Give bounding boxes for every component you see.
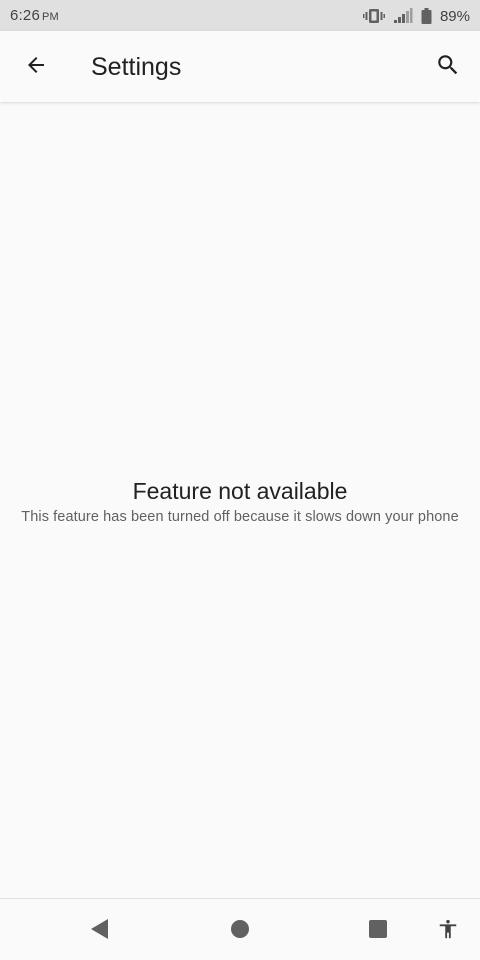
- nav-accessibility-button[interactable]: [430, 913, 466, 949]
- nav-home-button[interactable]: [222, 913, 258, 949]
- home-circle-icon: [230, 919, 250, 944]
- recents-square-icon: [368, 919, 388, 944]
- nav-recents-button[interactable]: [360, 913, 396, 949]
- battery-percent: 89%: [439, 7, 470, 25]
- status-time-value: 6:26: [10, 7, 40, 24]
- vibrate-icon: [362, 8, 385, 24]
- search-button[interactable]: [426, 45, 470, 89]
- search-icon: [435, 52, 461, 83]
- signal-icon: [393, 8, 413, 24]
- page-title: Settings: [91, 53, 182, 81]
- content-area: Feature not available This feature has b…: [0, 102, 480, 898]
- status-icons: 89%: [362, 5, 470, 27]
- feature-unavailable-title: Feature not available: [132, 478, 348, 504]
- nav-back-button[interactable]: [82, 913, 118, 949]
- status-time: 6:26 PM: [10, 7, 59, 24]
- settings-screen: 6:26 PM 89% Settings Feature not availab…: [0, 0, 480, 960]
- battery-icon: [421, 8, 432, 24]
- accessibility-icon: [437, 917, 459, 946]
- status-time-ampm: PM: [42, 11, 59, 23]
- app-bar: Settings: [0, 31, 480, 102]
- arrow-back-icon: [24, 53, 48, 82]
- feature-unavailable-message: This feature has been turned off because…: [21, 509, 459, 525]
- status-bar: 6:26 PM 89%: [0, 0, 480, 31]
- back-button[interactable]: [14, 45, 58, 89]
- back-triangle-icon: [89, 918, 111, 945]
- navigation-bar: [0, 898, 480, 960]
